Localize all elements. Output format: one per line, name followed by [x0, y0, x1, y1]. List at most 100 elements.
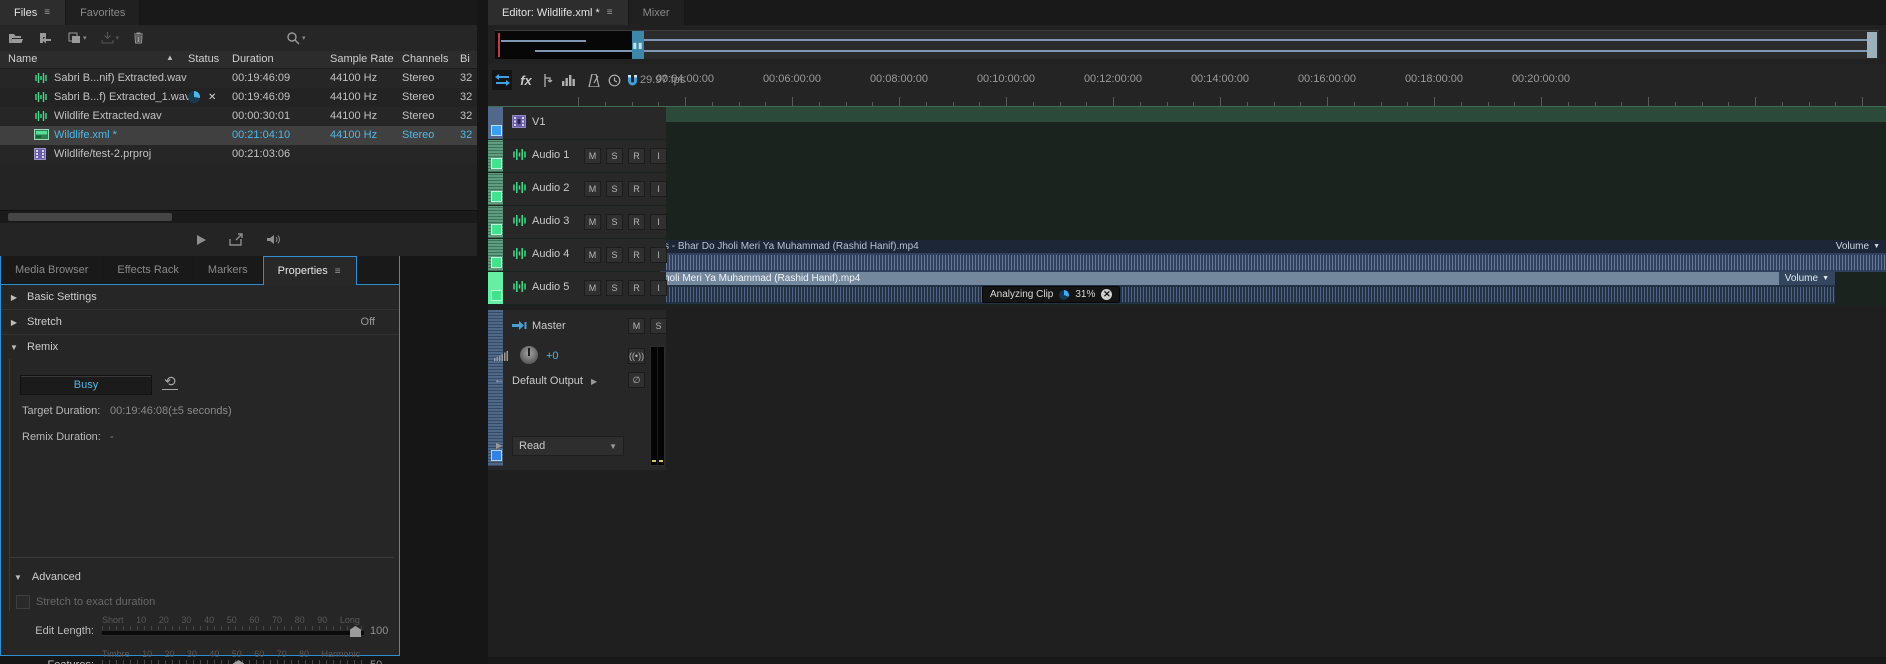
track-header-audio5[interactable]: Audio 5MSRI	[488, 272, 666, 304]
file-row[interactable]: Sabri B...f) Extracted_1.wav✕00:19:46:09…	[0, 88, 477, 107]
track-header-audio2[interactable]: Audio 2MSRI	[488, 173, 666, 205]
track-monitor-input-button[interactable]: I	[650, 148, 667, 164]
col-channels[interactable]: Channels	[402, 53, 448, 65]
panel-menu-icon[interactable]: ≡	[44, 7, 51, 18]
master-mute-button[interactable]: M	[628, 318, 645, 334]
file-row[interactable]: Sabri B...nif) Extracted.wav00:19:46:094…	[0, 69, 477, 88]
col-name[interactable]: Name	[8, 53, 37, 65]
tab-properties[interactable]: Properties ≡	[263, 256, 357, 285]
track-color-chip[interactable]	[491, 191, 502, 202]
monitor-input-button[interactable]: ((•))	[628, 348, 645, 364]
automation-mode-select[interactable]: Read ▼	[512, 436, 624, 456]
track-color-chip[interactable]	[491, 290, 502, 301]
track-record-arm-button[interactable]: R	[628, 214, 645, 230]
cancel-analysis-icon[interactable]: ✕	[1101, 289, 1112, 300]
sort-asc-icon[interactable]: ▲	[166, 53, 174, 62]
overview-right-handle[interactable]	[1867, 32, 1877, 58]
expanded-caret-icon[interactable]: ▼	[14, 573, 22, 582]
tab-editor[interactable]: Editor: Wildlife.xml * ≡	[488, 0, 629, 25]
master-solo-button[interactable]: S	[650, 318, 667, 334]
panel-menu-icon[interactable]: ≡	[335, 266, 342, 277]
track-monitor-input-button[interactable]: I	[650, 247, 667, 263]
section-remix[interactable]: ▼ Remix	[1, 335, 399, 359]
file-row[interactable]: Wildlife.xml *00:21:04:1044100 HzStereo3…	[0, 126, 477, 145]
track-header-audio1[interactable]: Audio 1MSRI	[488, 140, 666, 172]
section-basic-settings[interactable]: ▶ Basic Settings	[1, 285, 399, 310]
save-media-icon[interactable]: ▾	[101, 32, 120, 44]
section-stretch[interactable]: ▶ Stretch Off	[1, 310, 399, 335]
track-mute-button[interactable]: M	[584, 148, 601, 164]
files-hscrollbar[interactable]	[0, 210, 477, 223]
play-icon[interactable]	[195, 234, 207, 249]
files-hscrollbar-thumb[interactable]	[8, 213, 172, 221]
track-header-v1[interactable]: V1	[488, 107, 666, 139]
overview-playhead[interactable]	[498, 33, 500, 57]
chevron-right-icon[interactable]: ▶	[496, 441, 502, 450]
import-file-icon[interactable]	[38, 32, 54, 44]
cancel-icon[interactable]: ✕	[208, 92, 216, 103]
col-duration[interactable]: Duration	[232, 53, 274, 65]
panel-menu-icon[interactable]: ≡	[607, 7, 614, 18]
tab-mixer[interactable]: Mixer	[629, 0, 685, 25]
track-mute-button[interactable]: M	[584, 214, 601, 230]
tab-favorites[interactable]: Favorites	[66, 0, 140, 25]
tab-markers[interactable]: Markers	[194, 256, 263, 284]
track-record-arm-button[interactable]: R	[628, 148, 645, 164]
col-sample-rate[interactable]: Sample Rate	[330, 53, 394, 65]
file-row[interactable]: Wildlife/test-2.prproj00:21:03:06	[0, 145, 477, 164]
output-select[interactable]: Default Output ▶	[512, 372, 620, 390]
files-table-header[interactable]: Name ▲ Status Duration Sample Rate Chann…	[0, 51, 477, 69]
section-advanced[interactable]: ▼ Advanced	[14, 571, 81, 583]
track-mute-button[interactable]: M	[584, 181, 601, 197]
tab-effects-rack[interactable]: Effects Rack	[103, 256, 194, 284]
audio-clip-1[interactable]: s - Bhar Do Jholi Meri Ya Muhammad (Rash…	[660, 240, 1886, 272]
trash-icon[interactable]	[133, 32, 144, 44]
track-header-audio3[interactable]: Audio 3MSRI	[488, 206, 666, 238]
track-color-chip[interactable]	[491, 224, 502, 235]
slider-track[interactable]	[102, 631, 364, 636]
collapsed-caret-icon[interactable]: ▶	[1, 293, 27, 302]
collapsed-caret-icon[interactable]: ▶	[1, 318, 27, 327]
clip-volume-control[interactable]: Volume ▼	[1779, 272, 1835, 285]
timeline-empty-area[interactable]	[488, 306, 1886, 657]
track-monitor-input-button[interactable]: I	[650, 181, 667, 197]
open-folder-icon[interactable]	[8, 32, 24, 44]
timeline-ruler[interactable]: 00:04:00:0000:06:00:0000:08:00:0000:10:0…	[488, 73, 1886, 87]
new-item-icon[interactable]: ▾	[68, 32, 87, 44]
loudness-icon[interactable]	[266, 233, 282, 249]
file-row[interactable]: Wildlife Extracted.wav00:00:30:0144100 H…	[0, 107, 477, 126]
clip-volume-control[interactable]: Volume ▼	[1830, 240, 1886, 253]
left-arrow-icon[interactable]: ←	[494, 374, 505, 386]
track-solo-button[interactable]: S	[606, 247, 623, 263]
timeline-overview-bar[interactable]: ▮▮	[495, 30, 1879, 59]
master-gain-knob[interactable]	[520, 346, 538, 364]
search-field[interactable]: ▾	[286, 25, 306, 51]
no-effects-button[interactable]: ∅	[628, 372, 645, 388]
track-color-chip[interactable]	[491, 125, 502, 136]
timeline-area[interactable]: s - Bhar Do Jholi Meri Ya Muhammad (Rash…	[488, 106, 1886, 306]
track-mute-button[interactable]: M	[584, 247, 601, 263]
track-color-chip[interactable]	[491, 257, 502, 268]
reset-remix-icon[interactable]: ⟲	[162, 374, 178, 390]
expanded-caret-icon[interactable]: ▼	[1, 343, 27, 352]
track-solo-button[interactable]: S	[606, 181, 623, 197]
export-icon[interactable]	[229, 233, 244, 249]
track-record-arm-button[interactable]: R	[628, 247, 645, 263]
stretch-exact-checkbox[interactable]	[16, 595, 30, 609]
audio-clip-2[interactable]: holi Meri Ya Muhammad (Rashid Hanif).mp4…	[660, 272, 1835, 304]
track-header-audio4[interactable]: Audio 4MSRI	[488, 239, 666, 271]
overview-zoom-handle[interactable]: ▮▮	[632, 31, 644, 59]
track-mute-button[interactable]: M	[584, 280, 601, 296]
track-record-arm-button[interactable]: R	[628, 280, 645, 296]
busy-button[interactable]: Busy	[20, 375, 152, 395]
track-solo-button[interactable]: S	[606, 214, 623, 230]
tab-files[interactable]: Files ≡	[0, 0, 66, 25]
track-solo-button[interactable]: S	[606, 148, 623, 164]
track-record-arm-button[interactable]: R	[628, 181, 645, 197]
clip-header[interactable]: s - Bhar Do Jholi Meri Ya Muhammad (Rash…	[660, 240, 1886, 253]
col-bit[interactable]: Bi	[460, 53, 470, 65]
clip-header[interactable]: holi Meri Ya Muhammad (Rashid Hanif).mp4…	[660, 272, 1835, 285]
track-color-chip[interactable]	[491, 158, 502, 169]
track-monitor-input-button[interactable]: I	[650, 280, 667, 296]
track-solo-button[interactable]: S	[606, 280, 623, 296]
